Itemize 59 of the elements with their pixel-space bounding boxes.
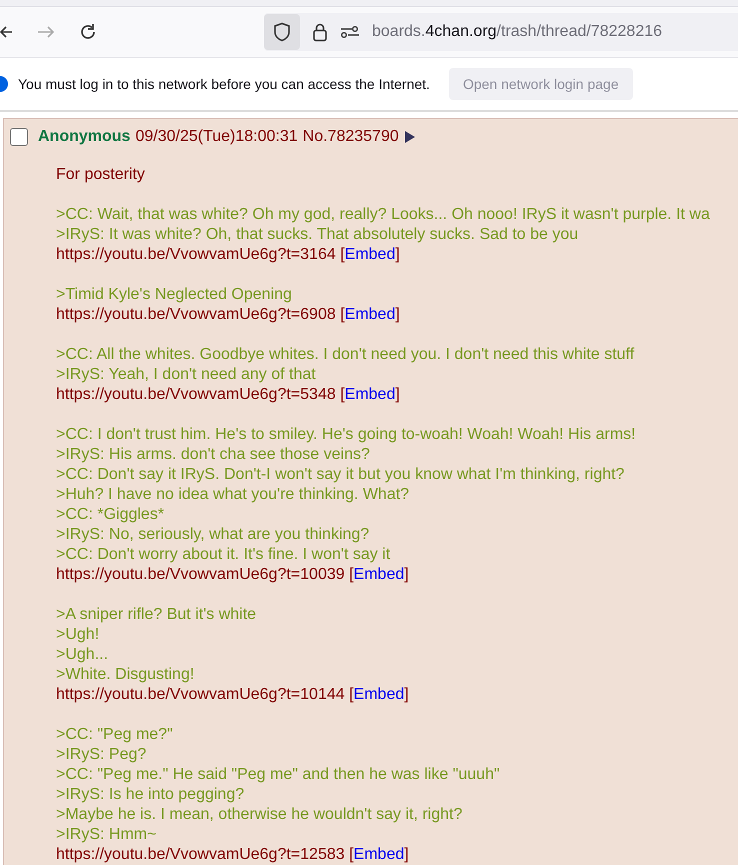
greentext-line: >A sniper rifle? But it's white: [56, 605, 258, 625]
greentext-line: >CC: Don't say it IRyS. Don't-I won't say it but you know what I'm thinking, right?: [56, 465, 626, 485]
video-link[interactable]: https://youtu.be/VvowvamUe6g?t=12583: [56, 846, 345, 863]
notification-message: You must log in to this network before you can access the Internet.: [18, 76, 430, 92]
bracket-text: ]: [395, 386, 400, 403]
post-datetime: 09/30/25(Tue)18:00:31: [135, 128, 298, 146]
bracket-text: [: [349, 686, 354, 703]
embed-link[interactable]: Embed: [354, 686, 404, 703]
post-text: For posterity: [56, 165, 146, 185]
poster-name: Anonymous: [38, 128, 130, 146]
info-icon: [0, 76, 8, 92]
greentext-line: >Maybe he is. I mean, otherwise he wouldn't say it, right?: [56, 805, 464, 825]
play-icon[interactable]: [404, 130, 416, 144]
lock-icon[interactable]: [312, 22, 328, 42]
greentext-line: >White. Disgusting!: [56, 665, 196, 685]
embed-link[interactable]: Embed: [344, 386, 396, 403]
greentext-line: >CC: *Giggles*: [56, 505, 166, 525]
embed-link[interactable]: Embed: [344, 306, 396, 323]
bracket-text: ]: [404, 846, 409, 863]
bracket-text: ]: [395, 306, 400, 323]
post-number[interactable]: No.78235790: [302, 128, 399, 146]
greentext-line: >IRyS: Yeah, I don't need any of that: [56, 365, 317, 385]
embed-link[interactable]: Embed: [344, 246, 396, 263]
bracket-text: ]: [404, 686, 409, 703]
greentext-line: >CC: "Peg me." He said "Peg me" and then he was like "uuuh": [56, 765, 501, 785]
video-link[interactable]: https://youtu.be/VvowvamUe6g?t=10039: [56, 566, 345, 583]
greentext-line: >IRyS: It was white? Oh, that sucks. That absolutely sucks. Sad to be you: [56, 225, 580, 245]
greentext-line: >CC: I don't trust him. He's to smiley. He's going to-woah! Woah! Woah! His arms!: [56, 425, 637, 445]
greentext-line: >Huh? I have no idea what you're thinking. What?: [56, 485, 410, 505]
permissions-icon[interactable]: [340, 25, 360, 39]
bracket-text: ]: [404, 566, 409, 583]
greentext-line: >IRyS: No, seriously, what are you thinking?: [56, 525, 370, 545]
greentext-line: >CC: All the whites. Goodbye whites. I don't need you. I don't need this white stuff: [56, 345, 636, 365]
bracket-text: ]: [395, 246, 400, 263]
checkbox[interactable]: [10, 128, 28, 146]
bracket-text: [: [349, 846, 354, 863]
greentext-line: >CC: "Peg me?": [56, 725, 174, 745]
video-link[interactable]: https://youtu.be/VvowvamUe6g?t=10144: [56, 686, 345, 703]
bracket-text: [: [340, 386, 345, 403]
greentext-line: >IRyS: His arms. don't cha see those veins?: [56, 445, 371, 465]
greentext-line: >Ugh!: [56, 625, 100, 645]
shield-button[interactable]: [264, 14, 300, 50]
shield-icon: [273, 22, 291, 42]
greentext-line: >CC: Don't worry about it. It's fine. I won't say it: [56, 545, 392, 565]
bracket-text: [: [349, 566, 354, 583]
embed-link[interactable]: Embed: [354, 566, 404, 583]
greentext-line: >IRyS: Is he into pegging?: [56, 785, 246, 805]
reload-icon[interactable]: [78, 22, 98, 42]
greentext-line: >Timid Kyle's Neglected Opening: [56, 285, 293, 305]
greentext-line: >CC: Wait, that was white? Oh my god, really? Looks... Oh nooo! IRyS it wasn't purple. It wa: [56, 205, 711, 225]
embed-link[interactable]: Embed: [354, 846, 404, 863]
video-link[interactable]: https://youtu.be/VvowvamUe6g?t=3164: [56, 246, 336, 263]
bracket-text: [: [340, 246, 345, 263]
greentext-line: >IRyS: Peg?: [56, 745, 148, 765]
greentext-line: >IRyS: Hmm~: [56, 825, 158, 845]
greentext-line: >Ugh...: [56, 645, 110, 665]
video-link[interactable]: https://youtu.be/VvowvamUe6g?t=6908: [56, 306, 336, 323]
video-link[interactable]: https://youtu.be/VvowvamUe6g?t=5348: [56, 386, 336, 403]
bracket-text: [: [340, 306, 345, 323]
